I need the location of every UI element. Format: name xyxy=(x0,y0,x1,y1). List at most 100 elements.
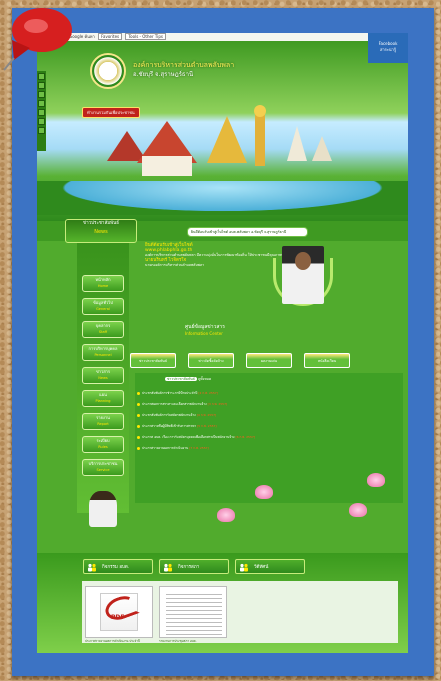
people-icon xyxy=(163,563,173,572)
nav-item-en: Personnel xyxy=(94,353,112,357)
info-center-title: ศูนย์ข้อมูลข่าวสาร Information Center xyxy=(185,323,225,336)
people-icon xyxy=(239,563,249,572)
category-button[interactable]: ผลงานเด่น xyxy=(246,353,292,368)
news-item[interactable]: ประกาศ อบต. เรื่อง การรับสมัครบุคคลเพื่อ… xyxy=(137,435,277,440)
nav-item-en: Service xyxy=(96,468,110,472)
nav-item-th: ระเบียบ xyxy=(96,438,110,443)
facebook-sub: สาระน่ารู้ xyxy=(379,47,397,52)
strip-icon[interactable] xyxy=(38,91,45,98)
document-thumbnail[interactable] xyxy=(159,586,227,638)
nav-item[interactable]: รายงาน Report xyxy=(82,413,124,430)
left-icon-strip xyxy=(37,71,46,151)
nav-item[interactable]: หน้าหลัก Home xyxy=(82,275,124,292)
lower-button[interactable]: วีดีทัศน์ xyxy=(235,559,305,574)
nav-item[interactable]: บริการประชาชน Service xyxy=(82,459,124,476)
news-item-date: [7 ก.พ. 2557] xyxy=(189,446,209,450)
strip-icon[interactable] xyxy=(38,127,45,134)
nav-item[interactable]: การบริหารบุคคล Personnel xyxy=(82,344,124,361)
nav-item-th: ข้อมูลทั่วไป xyxy=(93,300,113,305)
strip-icon[interactable] xyxy=(38,82,45,89)
news-item-date: [6 ก.พ. 2557] xyxy=(235,435,255,439)
news-item[interactable]: ประกาศรายชื่อผู้มีสิทธิ์เข้ารับการสรรหา … xyxy=(137,424,277,429)
favorites-button[interactable]: Favorites xyxy=(98,33,123,40)
lower-button-label: กิจกรรม อบต. xyxy=(102,565,130,570)
news-item[interactable]: ประกาศรายงานผลการดำเนินงาน [7 ก.พ. 2557] xyxy=(137,446,277,451)
news-item[interactable]: ประกาศผลการสรรหาและเลือกสรรพนักงานจ้าง [… xyxy=(137,402,277,407)
news-ticker[interactable]: ยินดีต้อนรับเข้าสู่เว็บไซต์ อบต.พลับพลา … xyxy=(187,227,308,237)
document-caption[interactable]: รายงานการประชุมสภา อบต. xyxy=(159,639,239,643)
info-center-th: ศูนย์ข้อมูลข่าวสาร xyxy=(185,324,225,330)
news-item-date: [3 ก.พ. 2557] xyxy=(207,402,228,406)
strip-icon[interactable] xyxy=(38,109,45,116)
nav-item-th: รายงาน xyxy=(96,415,110,420)
section-label: ข่าวประชาสัมพันธ์ ดูทั้งหมด xyxy=(165,376,211,382)
nav-item-en: Report xyxy=(97,422,109,426)
page-header: องค์การบริหารส่วนตำบลพลับพลา อ.ชัยบุรี จ… xyxy=(37,41,408,221)
nav-item-th: บุคลากร xyxy=(95,323,111,328)
lower-button[interactable]: กิจการสภา xyxy=(159,559,229,574)
news-item-title: ประกาศ อบต. เรื่อง การรับสมัครบุคคลเพื่อ… xyxy=(142,435,235,439)
news-item-date: [4 ก.พ. 2557] xyxy=(196,413,217,417)
temple-illustration xyxy=(107,105,332,176)
nav-item-th: บริการประชาชน xyxy=(88,461,118,466)
category-button[interactable]: หนังสือเวียน xyxy=(304,353,350,368)
section-label-text[interactable]: ข่าวประชาสัมพันธ์ xyxy=(165,377,197,381)
facebook-link[interactable]: Facebook สาระน่ารู้ xyxy=(368,33,408,63)
lotus-pond xyxy=(37,181,408,215)
nav-item-en: General xyxy=(96,307,110,311)
nav-item-en: Rules xyxy=(98,445,108,449)
news-item[interactable]: ประชาสัมพันธ์การชำระภาษีป้ายประจำปี [2 ก… xyxy=(137,391,277,396)
web-page: ระบบแจ้งเรื่อง - Google ค้นหา Favorites … xyxy=(37,33,408,653)
news-badge-th: ข่าวประชาสัมพันธ์ xyxy=(83,221,119,226)
lotus-decoration xyxy=(367,473,385,487)
news-item-date: [5 ก.พ. 2557] xyxy=(197,424,217,428)
pdf-thumbnail[interactable]: PDF xyxy=(85,586,153,638)
strip-icon[interactable] xyxy=(38,73,45,80)
nav-item-th: การบริหารบุคคล xyxy=(88,346,118,351)
news-badge[interactable]: ข่าวประชาสัมพันธ์ News xyxy=(65,219,137,243)
document-preview xyxy=(166,591,222,635)
nav-item[interactable]: ระเบียบ Rules xyxy=(82,436,124,453)
lower-button-label: วีดีทัศน์ xyxy=(254,565,269,570)
news-item[interactable]: ประชาสัมพันธ์การรับสมัครพนักงานจ้าง [4 ก… xyxy=(137,413,277,418)
org-logo[interactable] xyxy=(90,53,126,89)
pdf-label: PDF xyxy=(111,614,125,621)
lower-button[interactable]: กิจกรรม อบต. xyxy=(83,559,153,574)
news-item-title: ประกาศรายชื่อผู้มีสิทธิ์เข้ารับการสรรหา xyxy=(142,424,197,428)
news-item-title: ประกาศรายงานผลการดำเนินงาน xyxy=(142,446,189,450)
nav-item-en: Planning xyxy=(95,399,111,403)
red-pushpin-icon xyxy=(3,8,72,71)
news-item-title: ประชาสัมพันธ์การชำระภาษีป้ายประจำปี xyxy=(142,391,198,395)
tools-button[interactable]: Tools - Other Tips xyxy=(125,33,166,40)
nav-item[interactable]: ข่าวสาร News xyxy=(82,367,124,384)
lotus-decoration xyxy=(255,485,273,499)
news-item-title: ประชาสัมพันธ์การรับสมัครพนักงานจ้าง xyxy=(142,413,196,417)
org-title: องค์การบริหารส่วนตำบลพลับพลา อ.ชัยบุรี จ… xyxy=(133,61,234,79)
info-center-en: Information Center xyxy=(185,331,223,336)
strip-icon[interactable] xyxy=(38,118,45,125)
nav-item-th: แผน xyxy=(99,392,107,397)
category-button[interactable]: ข่าวจัดซื้อจัดจ้าง xyxy=(188,353,234,368)
lotus-decoration xyxy=(349,503,367,517)
nav-item-en: Home xyxy=(97,284,109,288)
section-more[interactable]: ดูทั้งหมด xyxy=(198,377,211,381)
news-badge-en: News xyxy=(94,229,108,235)
strip-icon[interactable] xyxy=(38,100,45,107)
nav-item-th: หน้าหลัก xyxy=(95,277,111,282)
nav-item-th: ข่าวสาร xyxy=(95,369,111,374)
category-button[interactable]: ข่าวประชาสัมพันธ์ xyxy=(130,353,176,368)
mayor-photo xyxy=(282,246,324,304)
pdf-caption[interactable]: ประกาศรายงานผลการดำเนินงาน ประจำปี xyxy=(85,639,165,643)
nav-item[interactable]: แผน Planning xyxy=(82,390,124,407)
nav-item-en: News xyxy=(98,376,108,380)
org-name: องค์การบริหารส่วนตำบลพลับพลา xyxy=(133,61,235,69)
nav-item-en: Staff xyxy=(98,330,108,334)
mascot-figure xyxy=(89,491,117,527)
nav-item[interactable]: ข้อมูลทั่วไป General xyxy=(82,298,124,315)
pdf-icon: PDF xyxy=(100,592,140,631)
nav-item[interactable]: บุคลากร Staff xyxy=(82,321,124,338)
news-item-date: [2 ก.พ. 2557] xyxy=(198,391,218,395)
people-icon xyxy=(87,563,97,572)
org-subtitle: อ.ชัยบุรี จ.สุราษฎร์ธานี xyxy=(133,71,194,78)
lower-button-label: กิจการสภา xyxy=(178,565,200,570)
